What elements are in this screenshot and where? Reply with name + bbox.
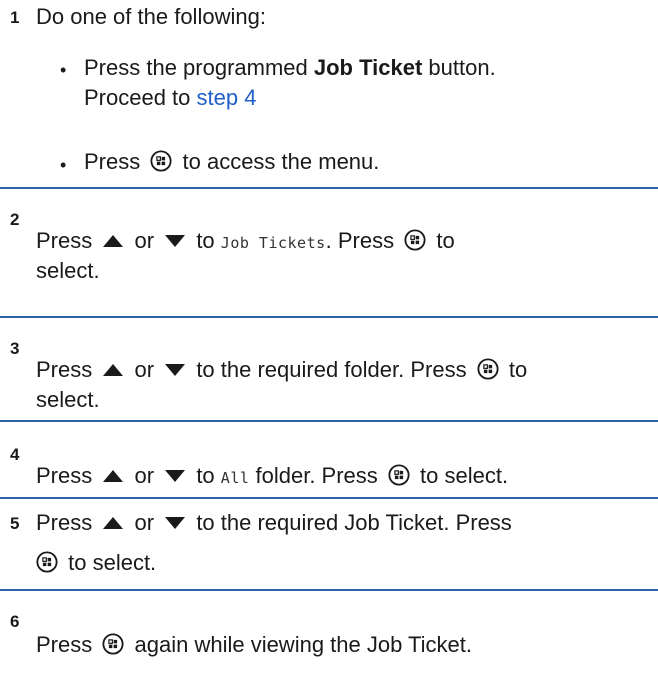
up-arrow-icon — [103, 470, 124, 482]
down-arrow-icon — [165, 517, 186, 529]
bullet-text: Press the programmed Job Ticket button. — [84, 54, 496, 82]
step-number: 1 — [10, 8, 20, 27]
text-segment: Press — [84, 149, 141, 174]
down-arrow-icon — [165, 364, 186, 376]
text-segment: Press the programmed — [84, 55, 314, 80]
down-arrow-icon — [165, 235, 186, 247]
text-segment: Proceed to — [84, 85, 197, 110]
text-segment: again while viewing the Job Ticket. — [134, 632, 473, 657]
down-arrow-icon — [165, 470, 186, 482]
text-segment: to — [508, 357, 528, 382]
text-segment: to access the menu. — [182, 149, 380, 174]
text-segment: or — [134, 463, 155, 488]
text-segment: or — [134, 228, 155, 253]
text-segment: . Press — [325, 228, 395, 253]
step-intro: Do one of the following: — [36, 4, 266, 29]
menu-item-job-tickets: Job Tickets — [220, 234, 326, 252]
step-text: Press or to the required Job Ticket. Pre… — [36, 510, 512, 536]
step-text-line2: select. — [36, 258, 100, 283]
divider — [0, 316, 658, 318]
menu-ok-button-icon — [388, 464, 410, 486]
step-text: Press again while viewing the Job Ticket… — [36, 632, 472, 658]
text-segment: to select. — [420, 463, 509, 488]
text-segment: to — [196, 463, 215, 488]
up-arrow-icon — [103, 235, 124, 247]
step-number: 2 — [10, 210, 20, 229]
step-number: 3 — [10, 339, 20, 358]
divider — [0, 187, 658, 189]
up-arrow-icon — [103, 517, 124, 529]
step-text: Press or to Job Tickets. Press to — [36, 228, 455, 256]
menu-ok-button-icon — [477, 358, 499, 380]
step-number: 4 — [10, 445, 20, 464]
text-segment: Press — [36, 510, 93, 535]
text-segment: or — [134, 510, 155, 535]
text-segment: button. — [422, 55, 496, 80]
step-4-link[interactable]: step 4 — [197, 85, 257, 110]
bullet-text: Press to access the menu. — [84, 148, 379, 176]
text-segment: or — [134, 357, 155, 382]
text-segment: Press — [36, 228, 93, 253]
bullet-text-line2: Proceed to step 4 — [84, 84, 256, 112]
text-segment: to — [196, 228, 215, 253]
menu-ok-button-icon — [102, 633, 124, 655]
text-segment: folder. Press — [255, 463, 378, 488]
menu-ok-button-icon — [36, 551, 58, 573]
divider — [0, 420, 658, 422]
step-text-line2: select. — [36, 387, 100, 412]
menu-ok-button-icon — [404, 229, 426, 251]
divider — [0, 589, 658, 591]
text-segment: to select. — [68, 550, 157, 575]
text-segment: to the required folder. Press — [196, 357, 467, 382]
bullet-icon: • — [60, 60, 67, 80]
text-segment: to — [436, 228, 455, 253]
text-segment: Press — [36, 632, 93, 657]
text-segment: Press — [36, 357, 93, 382]
text-segment: Press — [36, 463, 93, 488]
menu-ok-button-icon — [150, 150, 172, 172]
divider — [0, 497, 658, 499]
up-arrow-icon — [103, 364, 124, 376]
text-segment: to the required Job Ticket. Press — [196, 510, 512, 535]
bullet-icon: • — [60, 155, 67, 175]
step-number: 6 — [10, 612, 20, 631]
step-number: 5 — [10, 514, 20, 533]
step-text: Press or to the required folder. Press t… — [36, 357, 527, 383]
job-ticket-button-label: Job Ticket — [313, 55, 423, 80]
step-text-line2: to select. — [36, 550, 156, 576]
step-text: Press or to All folder. Press to select. — [36, 463, 508, 491]
menu-item-all: All — [220, 469, 250, 487]
